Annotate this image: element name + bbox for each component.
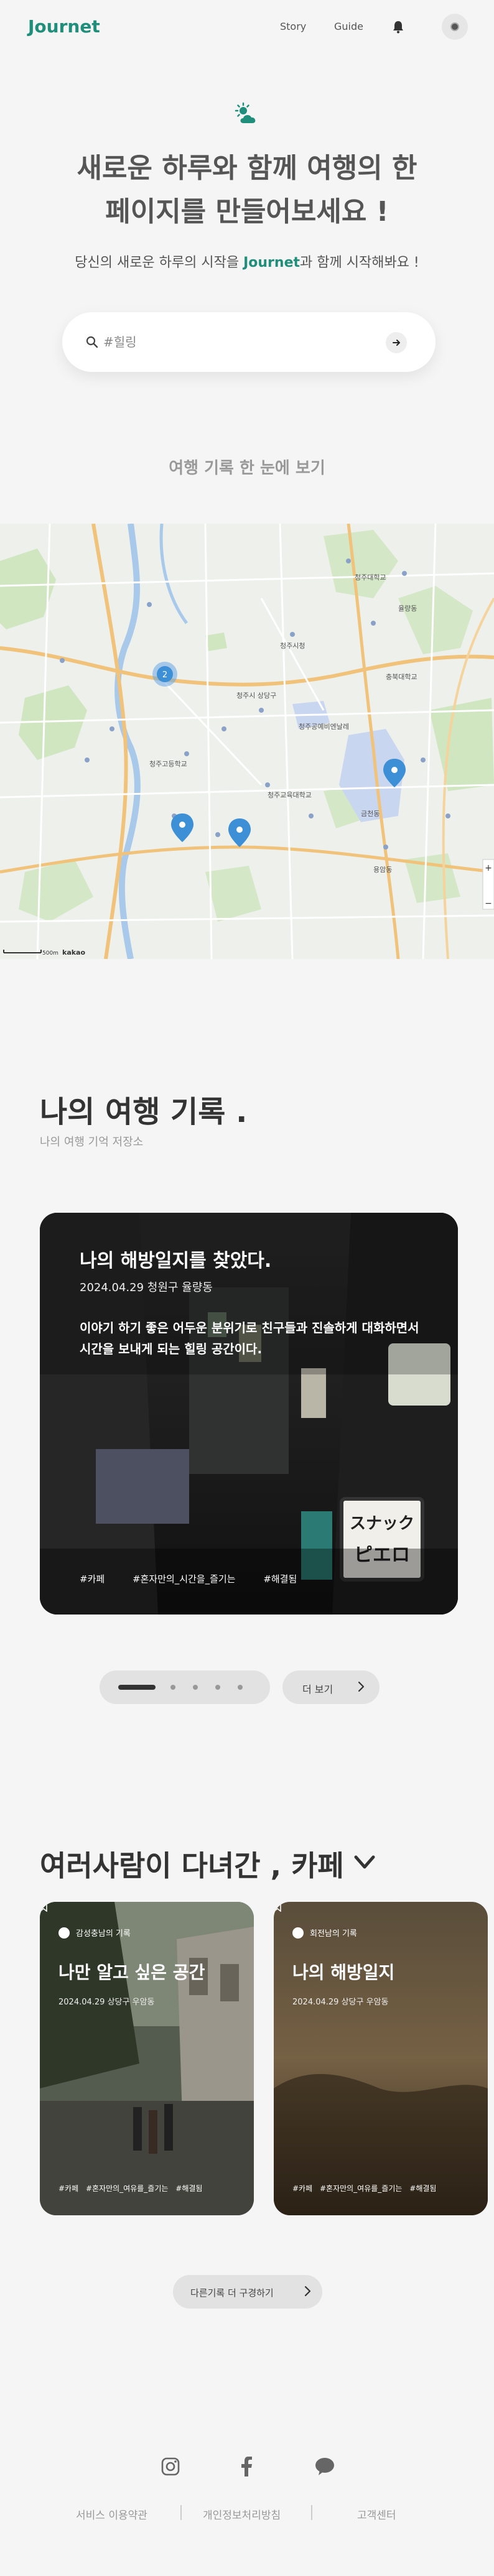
map-label: 청주대학교 <box>355 573 386 581</box>
map-label: 율량동 <box>398 605 417 613</box>
svg-text:+: + <box>485 863 492 873</box>
cafe-card[interactable]: 감성충남의 기록 나만 알고 싶은 공간 2024.04.29 상당구 우암동 … <box>40 1902 254 2215</box>
pager-dot[interactable] <box>238 1685 243 1690</box>
user-avatar <box>292 1927 304 1939</box>
svg-text:−: − <box>485 899 492 909</box>
cafe-card-tags: #카페 #혼자만의_여유를_즐기는 #해결됨 <box>292 2183 441 2194</box>
map-cluster-count: 2 <box>162 670 167 680</box>
footer-link-terms[interactable]: 서비스 이용약관 <box>76 2506 147 2522</box>
user-avatar <box>58 1927 70 1939</box>
more-button[interactable]: 더 보기 <box>282 1670 380 1704</box>
tag[interactable]: #해결됨 <box>175 2184 202 2193</box>
more-records-label: 다른기록 더 구경하기 <box>190 2287 274 2299</box>
pager-dot[interactable] <box>170 1685 175 1690</box>
footer-link-support[interactable]: 고객센터 <box>357 2506 396 2522</box>
bookmark-icon[interactable] <box>40 1902 47 1912</box>
tag[interactable]: #혼자만의_시간을_즐기는 <box>133 1573 236 1585</box>
search-submit-button[interactable] <box>386 332 407 353</box>
more-records-button[interactable]: 다른기록 더 구경하기 <box>173 2275 322 2309</box>
tag[interactable]: #카페 <box>58 2184 78 2193</box>
map-scale: 500m <box>42 950 58 957</box>
map-label: 청주시청 <box>280 642 305 650</box>
avatar[interactable] <box>442 14 468 40</box>
map-label: 청주고등학교 <box>149 760 187 768</box>
map-canvas: 2 청주시청 청주대학교 충북대학교 청주시 상당구 청주공예비엔날레 청주고등… <box>0 524 494 959</box>
nav-story[interactable]: Story <box>280 21 306 32</box>
cafe-card-user-name: 감성충남의 기록 <box>76 1929 131 1939</box>
travel-map[interactable]: 2 청주시청 청주대학교 충북대학교 청주시 상당구 청주공예비엔날레 청주고등… <box>0 524 494 959</box>
chat-icon[interactable] <box>314 2455 336 2478</box>
travel-record-card[interactable]: スナック ピエロ 나의 해방일지를 찾았다. 2024.04.29 청원구 율량… <box>40 1213 458 1615</box>
card-date: 2024.04.29 청원구 율량동 <box>80 1281 213 1294</box>
facebook-icon[interactable] <box>236 2455 258 2478</box>
chevron-down-icon[interactable] <box>352 1853 377 1872</box>
map-label: 청주공예비엔날레 <box>299 723 349 731</box>
hero-subtitle: 당신의 새로운 하루의 시작을 Journet과 함께 시작해봐요 ! <box>0 251 494 271</box>
cafe-card-title: 나만 알고 싶은 공간 <box>58 1962 205 1983</box>
map-zoom-control[interactable]: + − <box>482 859 494 910</box>
hero-title-line1: 새로운 하루와 함께 여행의 한 <box>77 152 417 184</box>
cafe-card[interactable]: 회전남의 기록 나의 해방일지 2024.04.29 상당구 우암동 #카페 #… <box>274 1902 488 2215</box>
map-label: 충북대학교 <box>386 673 417 681</box>
cafe-card-photo <box>40 1902 254 2215</box>
my-travel-subtitle: 나의 여행 기억 저장소 <box>40 1136 144 1149</box>
nav-guide[interactable]: Guide <box>334 21 363 32</box>
cafe-card-date: 2024.04.29 상당구 우암동 <box>58 1998 155 2007</box>
tag[interactable]: #카페 <box>292 2184 312 2193</box>
map-provider: kakao <box>62 948 85 957</box>
map-label: 금천동 <box>361 809 380 818</box>
hero-sub-after: 과 함께 시작해봐요 ! <box>300 255 419 271</box>
tag[interactable]: #혼자만의_여유를_즐기는 <box>86 2184 168 2193</box>
hero-sub-before: 당신의 새로운 하루의 시작을 <box>75 255 244 271</box>
map-label: 청주시 상당구 <box>236 692 276 700</box>
more-button-label: 더 보기 <box>302 1684 333 1695</box>
arrow-right-icon <box>393 340 400 346</box>
hero-sub-brand: Journet <box>243 255 301 271</box>
cafe-card-date: 2024.04.29 상당구 우암동 <box>292 1998 389 2007</box>
search-input[interactable] <box>103 331 377 353</box>
avatar-dot <box>450 22 459 31</box>
cafe-section-title[interactable]: 여러사람이 다녀간 , 카페 <box>40 1843 344 1884</box>
card-tags: #카페 #혼자만의_시간을_즐기는 #해결됨 <box>80 1572 322 1585</box>
search-bar <box>62 312 436 372</box>
map-section-label: 여행 기록 한 눈에 보기 <box>169 459 325 478</box>
footer-separator <box>311 2505 312 2520</box>
cafe-card-user: 회전남의 기록 <box>292 1927 357 1939</box>
card-photo: スナック ピエロ <box>40 1213 458 1615</box>
cafe-card-photo <box>274 1902 488 2215</box>
cafe-card-tags: #카페 #혼자만의_여유를_즐기는 #해결됨 <box>58 2183 207 2194</box>
carousel-pager <box>100 1670 270 1704</box>
cafe-card-user-name: 회전남의 기록 <box>310 1929 357 1939</box>
card-description: 이야기 하기 좋은 어두운 분위기로 친구들과 진솔하게 대화하면서 시간을 보… <box>80 1320 419 1356</box>
map-label: 청주교육대학교 <box>268 791 312 799</box>
cafe-card-title: 나의 해방일지 <box>292 1962 395 1983</box>
my-travel-title: 나의 여행 기록 . <box>40 1095 248 1129</box>
instagram-icon[interactable] <box>159 2455 182 2478</box>
footer-separator <box>180 2505 182 2520</box>
pager-active-dot[interactable] <box>118 1685 156 1690</box>
pager-dot[interactable] <box>215 1685 220 1690</box>
card-title: 나의 해방일지를 찾았다. <box>80 1250 272 1272</box>
chevron-right-icon <box>358 1681 365 1692</box>
bookmark-icon[interactable] <box>274 1902 281 1912</box>
cafe-card-user: 감성충남의 기록 <box>58 1927 131 1939</box>
hero-title-line2: 페이지를 만들어보세요 ! <box>105 196 389 228</box>
footer-link-privacy[interactable]: 개인정보처리방침 <box>203 2506 281 2522</box>
search-icon <box>86 336 98 348</box>
chevron-right-icon <box>304 2286 311 2297</box>
weather-icon <box>235 102 256 123</box>
tag[interactable]: #해결됨 <box>263 1573 297 1585</box>
bell-icon[interactable] <box>392 20 404 34</box>
tag[interactable]: #카페 <box>80 1573 105 1585</box>
tag[interactable]: #해결됨 <box>409 2184 436 2193</box>
pager-dot[interactable] <box>193 1685 198 1690</box>
logo[interactable]: Journet <box>28 16 100 37</box>
map-label: 용암동 <box>373 866 392 874</box>
header: Journet Story Guide <box>0 0 494 56</box>
card-sign-text: スナック <box>350 1514 414 1533</box>
tag[interactable]: #혼자만의_여유를_즐기는 <box>320 2184 402 2193</box>
